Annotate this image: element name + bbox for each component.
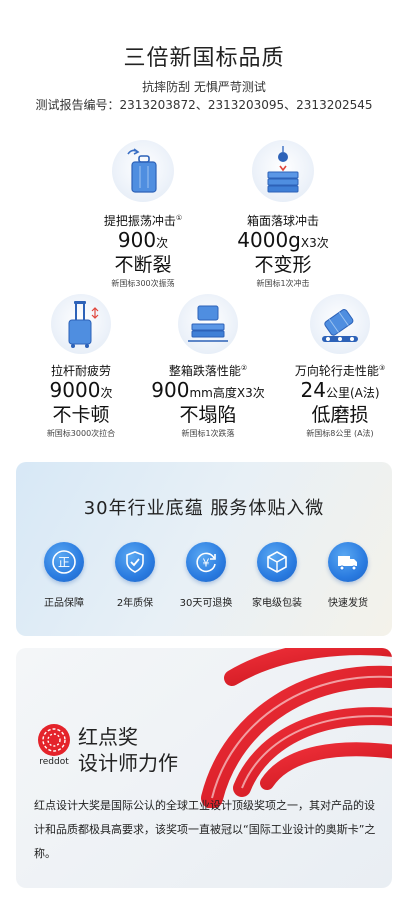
service-item-warranty: 2年质保 [100,542,170,609]
feature-wheel-walk: 万向轮行走性能③ 24公里(A法) 低磨损 新国标8公里 (A法) [282,294,398,439]
feature-result: 不塌陷 [179,404,237,426]
feature-label: 箱面落球冲击 [246,214,319,228]
feature-unit: X3次 [300,236,329,250]
feature-value: 4000g [237,228,301,252]
feature-case-drop: 整箱跌落性能② 900mm高度X3次 不塌陷 新国标1次跌落 [146,294,270,439]
feature-value: 9000 [49,378,101,402]
service-item-return: ¥ 30天可退换 [171,542,241,609]
feature-result: 不断裂 [114,254,172,276]
feature-value: 900 [117,228,157,252]
feature-result: 不变形 [254,254,312,276]
feature-note: 新国标1次冲击 [256,279,310,288]
service-item-authentic: 正 正品保障 [29,542,99,609]
service-title: 30年行业底蕴 服务体贴入微 [83,498,325,519]
feature-unit: mm高度X3次 [189,386,265,400]
feature-note: 新国标300次振荡 [111,279,175,288]
yuan-glyph: ¥ [203,557,210,570]
authentic-glyph: 正 [58,556,70,570]
shield-check-icon [115,542,155,582]
feature-note: 新国标1次跌落 [181,429,235,438]
feature-result: 不卡顿 [52,404,110,426]
reddot-heading-line1: 红点奖 [78,725,138,749]
handle-shake-icon [112,140,174,202]
service-section: 30年行业底蕴 服务体贴入微 正 正品保障 2年质保 ¥ 30天可退换 家电级包… [16,462,392,636]
package-box-icon [257,542,297,582]
reddot-ribbon-art [201,648,392,808]
yuan-return-icon: ¥ [186,542,226,582]
reddot-section: reddot 红点奖 设计师力作 红点设计大奖是国际公认的全球工业设计顶级奖项之… [16,648,392,888]
delivery-truck-icon [328,542,368,582]
ball-drop-icon [252,140,314,202]
quality-subtitle: 抗摔防刮 无惧严苛测试 [142,80,266,94]
feature-label: 拉杆耐疲劳 [50,364,111,378]
footnote-mark: ③ [378,364,386,372]
reddot-heading: 红点奖 设计师力作 [78,724,178,776]
service-label: 快速发货 [328,598,368,609]
feature-unit: 公里(A法) [325,386,380,400]
reddot-logo-text: reddot [39,757,69,766]
service-item-delivery: 快速发货 [313,542,383,609]
feature-handle-shake: 提把振荡冲击① 900次 不断裂 新国标300次振荡 [88,140,198,289]
reddot-heading-line2: 设计师力作 [78,751,178,775]
service-label: 2年质保 [116,598,154,609]
feature-note: 新国标3000次拉合 [46,429,116,438]
wheel-walk-icon [310,294,370,354]
reddot-description: 红点设计大奖是国际公认的全球工业设计顶级奖项之一，其对产品的设计和品质都极具高要… [34,799,376,860]
service-label: 正品保障 [44,598,84,609]
quality-section: 三倍新国标品质 抗摔防刮 无惧严苛测试 测试报告编号：2313203872、23… [0,0,408,452]
feature-unit: 次 [156,236,169,250]
feature-label: 万向轮行走性能 [294,364,379,378]
feature-value: 24 [300,378,326,402]
trolley-handle-icon [51,294,111,354]
service-label: 30天可退换 [179,598,233,609]
feature-note: 新国标8公里 (A法) [306,429,374,438]
case-drop-icon [178,294,238,354]
feature-label: 整箱跌落性能 [168,364,241,378]
feature-trolley-handle: 拉杆耐疲劳 9000次 不卡顿 新国标3000次拉合 [26,294,136,439]
feature-value: 900 [151,378,190,402]
authentic-icon: 正 [44,542,84,582]
test-report-numbers: 测试报告编号：2313203872、2313203095、2313202545 [35,98,373,112]
feature-result: 低磨损 [311,404,369,426]
feature-ball-drop: 箱面落球冲击 4000gX3次 不变形 新国标1次冲击 [228,140,338,289]
feature-unit: 次 [100,386,113,400]
feature-label: 提把振荡冲击 [103,214,176,228]
service-label: 家电级包装 [252,598,302,609]
quality-title: 三倍新国标品质 [123,46,285,71]
footnote-mark: ② [240,364,248,372]
reddot-logo: reddot [34,722,74,770]
footnote-mark: ① [175,214,183,222]
service-item-packaging: 家电级包装 [242,542,312,609]
